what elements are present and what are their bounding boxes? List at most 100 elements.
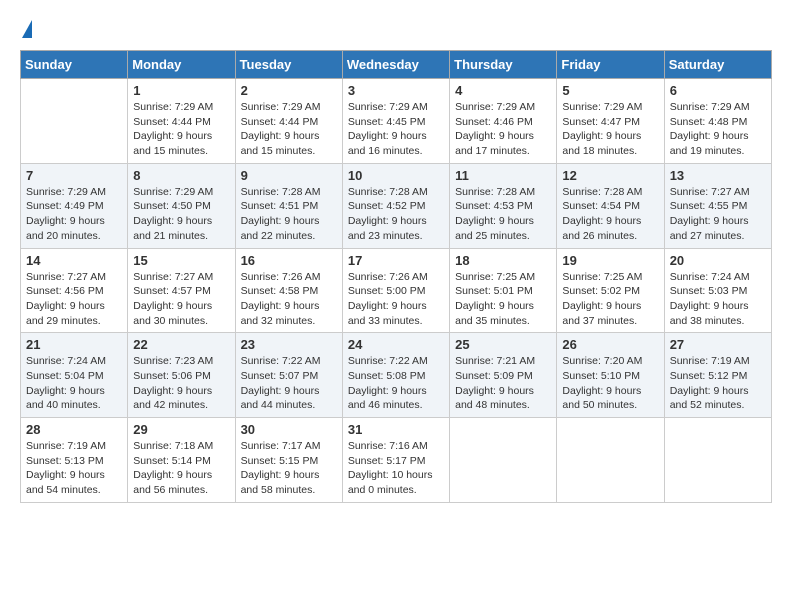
- day-number: 14: [26, 253, 122, 268]
- day-number: 30: [241, 422, 337, 437]
- calendar-table: SundayMondayTuesdayWednesdayThursdayFrid…: [20, 50, 772, 503]
- day-info: Sunrise: 7:29 AMSunset: 4:48 PMDaylight:…: [670, 100, 766, 159]
- day-info: Sunrise: 7:21 AMSunset: 5:09 PMDaylight:…: [455, 354, 551, 413]
- day-info: Sunrise: 7:29 AMSunset: 4:47 PMDaylight:…: [562, 100, 658, 159]
- calendar-cell: 13 Sunrise: 7:27 AMSunset: 4:55 PMDayligh…: [664, 163, 771, 248]
- calendar-cell: 29 Sunrise: 7:18 AMSunset: 5:14 PMDayligh…: [128, 418, 235, 503]
- calendar-cell: 24Sunrise: 7:22 AMSunset: 5:08 PMDayligh…: [342, 333, 449, 418]
- day-info: Sunrise: 7:19 AMSunset: 5:12 PMDaylight:…: [670, 354, 766, 413]
- calendar-cell: [557, 418, 664, 503]
- day-info: Sunrise: 7:25 AMSunset: 5:02 PMDaylight:…: [562, 270, 658, 329]
- day-number: 9: [241, 168, 337, 183]
- calendar-cell: 3 Sunrise: 7:29 AMSunset: 4:45 PMDaylight…: [342, 79, 449, 164]
- calendar-cell: 17Sunrise: 7:26 AMSunset: 5:00 PMDayligh…: [342, 248, 449, 333]
- calendar-cell: 10 Sunrise: 7:28 AMSunset: 4:52 PMDayligh…: [342, 163, 449, 248]
- day-info: Sunrise: 7:29 AMSunset: 4:46 PMDaylight:…: [455, 100, 551, 159]
- day-number: 3: [348, 83, 444, 98]
- day-info: Sunrise: 7:29 AMSunset: 4:49 PMDaylight:…: [26, 185, 122, 244]
- day-number: 31: [348, 422, 444, 437]
- day-info: Sunrise: 7:28 AMSunset: 4:52 PMDaylight:…: [348, 185, 444, 244]
- day-of-week-header: Friday: [557, 51, 664, 79]
- calendar-cell: [664, 418, 771, 503]
- calendar-cell: 23Sunrise: 7:22 AMSunset: 5:07 PMDayligh…: [235, 333, 342, 418]
- calendar-cell: 7 Sunrise: 7:29 AMSunset: 4:49 PMDaylight…: [21, 163, 128, 248]
- day-of-week-header: Thursday: [450, 51, 557, 79]
- day-of-week-header: Tuesday: [235, 51, 342, 79]
- day-info: Sunrise: 7:27 AMSunset: 4:57 PMDaylight:…: [133, 270, 229, 329]
- day-number: 21: [26, 337, 122, 352]
- day-of-week-header: Saturday: [664, 51, 771, 79]
- day-of-week-header: Monday: [128, 51, 235, 79]
- day-info: Sunrise: 7:22 AMSunset: 5:08 PMDaylight:…: [348, 354, 444, 413]
- day-number: 7: [26, 168, 122, 183]
- calendar-cell: 11Sunrise: 7:28 AMSunset: 4:53 PMDayligh…: [450, 163, 557, 248]
- day-info: Sunrise: 7:24 AMSunset: 5:04 PMDaylight:…: [26, 354, 122, 413]
- calendar-week-row: 21 Sunrise: 7:24 AMSunset: 5:04 PMDayligh…: [21, 333, 772, 418]
- calendar-cell: 8 Sunrise: 7:29 AMSunset: 4:50 PMDaylight…: [128, 163, 235, 248]
- day-number: 11: [455, 168, 551, 183]
- calendar-cell: 30 Sunrise: 7:17 AMSunset: 5:15 PMDayligh…: [235, 418, 342, 503]
- day-info: Sunrise: 7:28 AMSunset: 4:51 PMDaylight:…: [241, 185, 337, 244]
- day-info: Sunrise: 7:18 AMSunset: 5:14 PMDaylight:…: [133, 439, 229, 498]
- day-of-week-header: Sunday: [21, 51, 128, 79]
- day-number: 19: [562, 253, 658, 268]
- day-number: 28: [26, 422, 122, 437]
- calendar-cell: 4 Sunrise: 7:29 AMSunset: 4:46 PMDaylight…: [450, 79, 557, 164]
- day-info: Sunrise: 7:27 AMSunset: 4:55 PMDaylight:…: [670, 185, 766, 244]
- day-info: Sunrise: 7:20 AMSunset: 5:10 PMDaylight:…: [562, 354, 658, 413]
- day-info: Sunrise: 7:29 AMSunset: 4:45 PMDaylight:…: [348, 100, 444, 159]
- calendar-cell: 1Sunrise: 7:29 AMSunset: 4:44 PMDaylight…: [128, 79, 235, 164]
- day-info: Sunrise: 7:19 AMSunset: 5:13 PMDaylight:…: [26, 439, 122, 498]
- calendar-week-row: 1Sunrise: 7:29 AMSunset: 4:44 PMDaylight…: [21, 79, 772, 164]
- day-number: 17: [348, 253, 444, 268]
- day-number: 25: [455, 337, 551, 352]
- day-number: 23: [241, 337, 337, 352]
- calendar-cell: 25 Sunrise: 7:21 AMSunset: 5:09 PMDayligh…: [450, 333, 557, 418]
- day-number: 10: [348, 168, 444, 183]
- day-info: Sunrise: 7:29 AMSunset: 4:44 PMDaylight:…: [133, 100, 229, 159]
- day-info: Sunrise: 7:27 AMSunset: 4:56 PMDaylight:…: [26, 270, 122, 329]
- day-number: 29: [133, 422, 229, 437]
- calendar-cell: [21, 79, 128, 164]
- day-info: Sunrise: 7:24 AMSunset: 5:03 PMDaylight:…: [670, 270, 766, 329]
- calendar-cell: 14 Sunrise: 7:27 AMSunset: 4:56 PMDayligh…: [21, 248, 128, 333]
- day-number: 8: [133, 168, 229, 183]
- day-number: 6: [670, 83, 766, 98]
- calendar-header: SundayMondayTuesdayWednesdayThursdayFrid…: [21, 51, 772, 79]
- calendar-cell: 27Sunrise: 7:19 AMSunset: 5:12 PMDayligh…: [664, 333, 771, 418]
- calendar-cell: 31 Sunrise: 7:16 AMSunset: 5:17 PMDayligh…: [342, 418, 449, 503]
- day-info: Sunrise: 7:23 AMSunset: 5:06 PMDaylight:…: [133, 354, 229, 413]
- day-number: 12: [562, 168, 658, 183]
- calendar-cell: 12 Sunrise: 7:28 AMSunset: 4:54 PMDayligh…: [557, 163, 664, 248]
- day-number: 26: [562, 337, 658, 352]
- day-number: 2: [241, 83, 337, 98]
- calendar-cell: 22Sunrise: 7:23 AMSunset: 5:06 PMDayligh…: [128, 333, 235, 418]
- day-number: 15: [133, 253, 229, 268]
- calendar-cell: 9 Sunrise: 7:28 AMSunset: 4:51 PMDaylight…: [235, 163, 342, 248]
- day-number: 13: [670, 168, 766, 183]
- day-info: Sunrise: 7:16 AMSunset: 5:17 PMDaylight:…: [348, 439, 444, 498]
- days-of-week-row: SundayMondayTuesdayWednesdayThursdayFrid…: [21, 51, 772, 79]
- calendar-cell: 16 Sunrise: 7:26 AMSunset: 4:58 PMDayligh…: [235, 248, 342, 333]
- calendar-cell: 26 Sunrise: 7:20 AMSunset: 5:10 PMDayligh…: [557, 333, 664, 418]
- calendar-cell: 19 Sunrise: 7:25 AMSunset: 5:02 PMDayligh…: [557, 248, 664, 333]
- calendar-week-row: 7 Sunrise: 7:29 AMSunset: 4:49 PMDaylight…: [21, 163, 772, 248]
- calendar-cell: [450, 418, 557, 503]
- calendar-week-row: 28 Sunrise: 7:19 AMSunset: 5:13 PMDayligh…: [21, 418, 772, 503]
- day-info: Sunrise: 7:25 AMSunset: 5:01 PMDaylight:…: [455, 270, 551, 329]
- day-info: Sunrise: 7:28 AMSunset: 4:54 PMDaylight:…: [562, 185, 658, 244]
- calendar-week-row: 14 Sunrise: 7:27 AMSunset: 4:56 PMDayligh…: [21, 248, 772, 333]
- day-number: 4: [455, 83, 551, 98]
- logo: [20, 20, 32, 40]
- day-info: Sunrise: 7:17 AMSunset: 5:15 PMDaylight:…: [241, 439, 337, 498]
- day-info: Sunrise: 7:29 AMSunset: 4:50 PMDaylight:…: [133, 185, 229, 244]
- calendar-cell: 6 Sunrise: 7:29 AMSunset: 4:48 PMDaylight…: [664, 79, 771, 164]
- day-number: 18: [455, 253, 551, 268]
- day-number: 16: [241, 253, 337, 268]
- day-of-week-header: Wednesday: [342, 51, 449, 79]
- logo-triangle-icon: [22, 20, 32, 38]
- calendar-cell: 2Sunrise: 7:29 AMSunset: 4:44 PMDaylight…: [235, 79, 342, 164]
- calendar-cell: 18 Sunrise: 7:25 AMSunset: 5:01 PMDayligh…: [450, 248, 557, 333]
- day-info: Sunrise: 7:26 AMSunset: 4:58 PMDaylight:…: [241, 270, 337, 329]
- calendar-cell: 20Sunrise: 7:24 AMSunset: 5:03 PMDayligh…: [664, 248, 771, 333]
